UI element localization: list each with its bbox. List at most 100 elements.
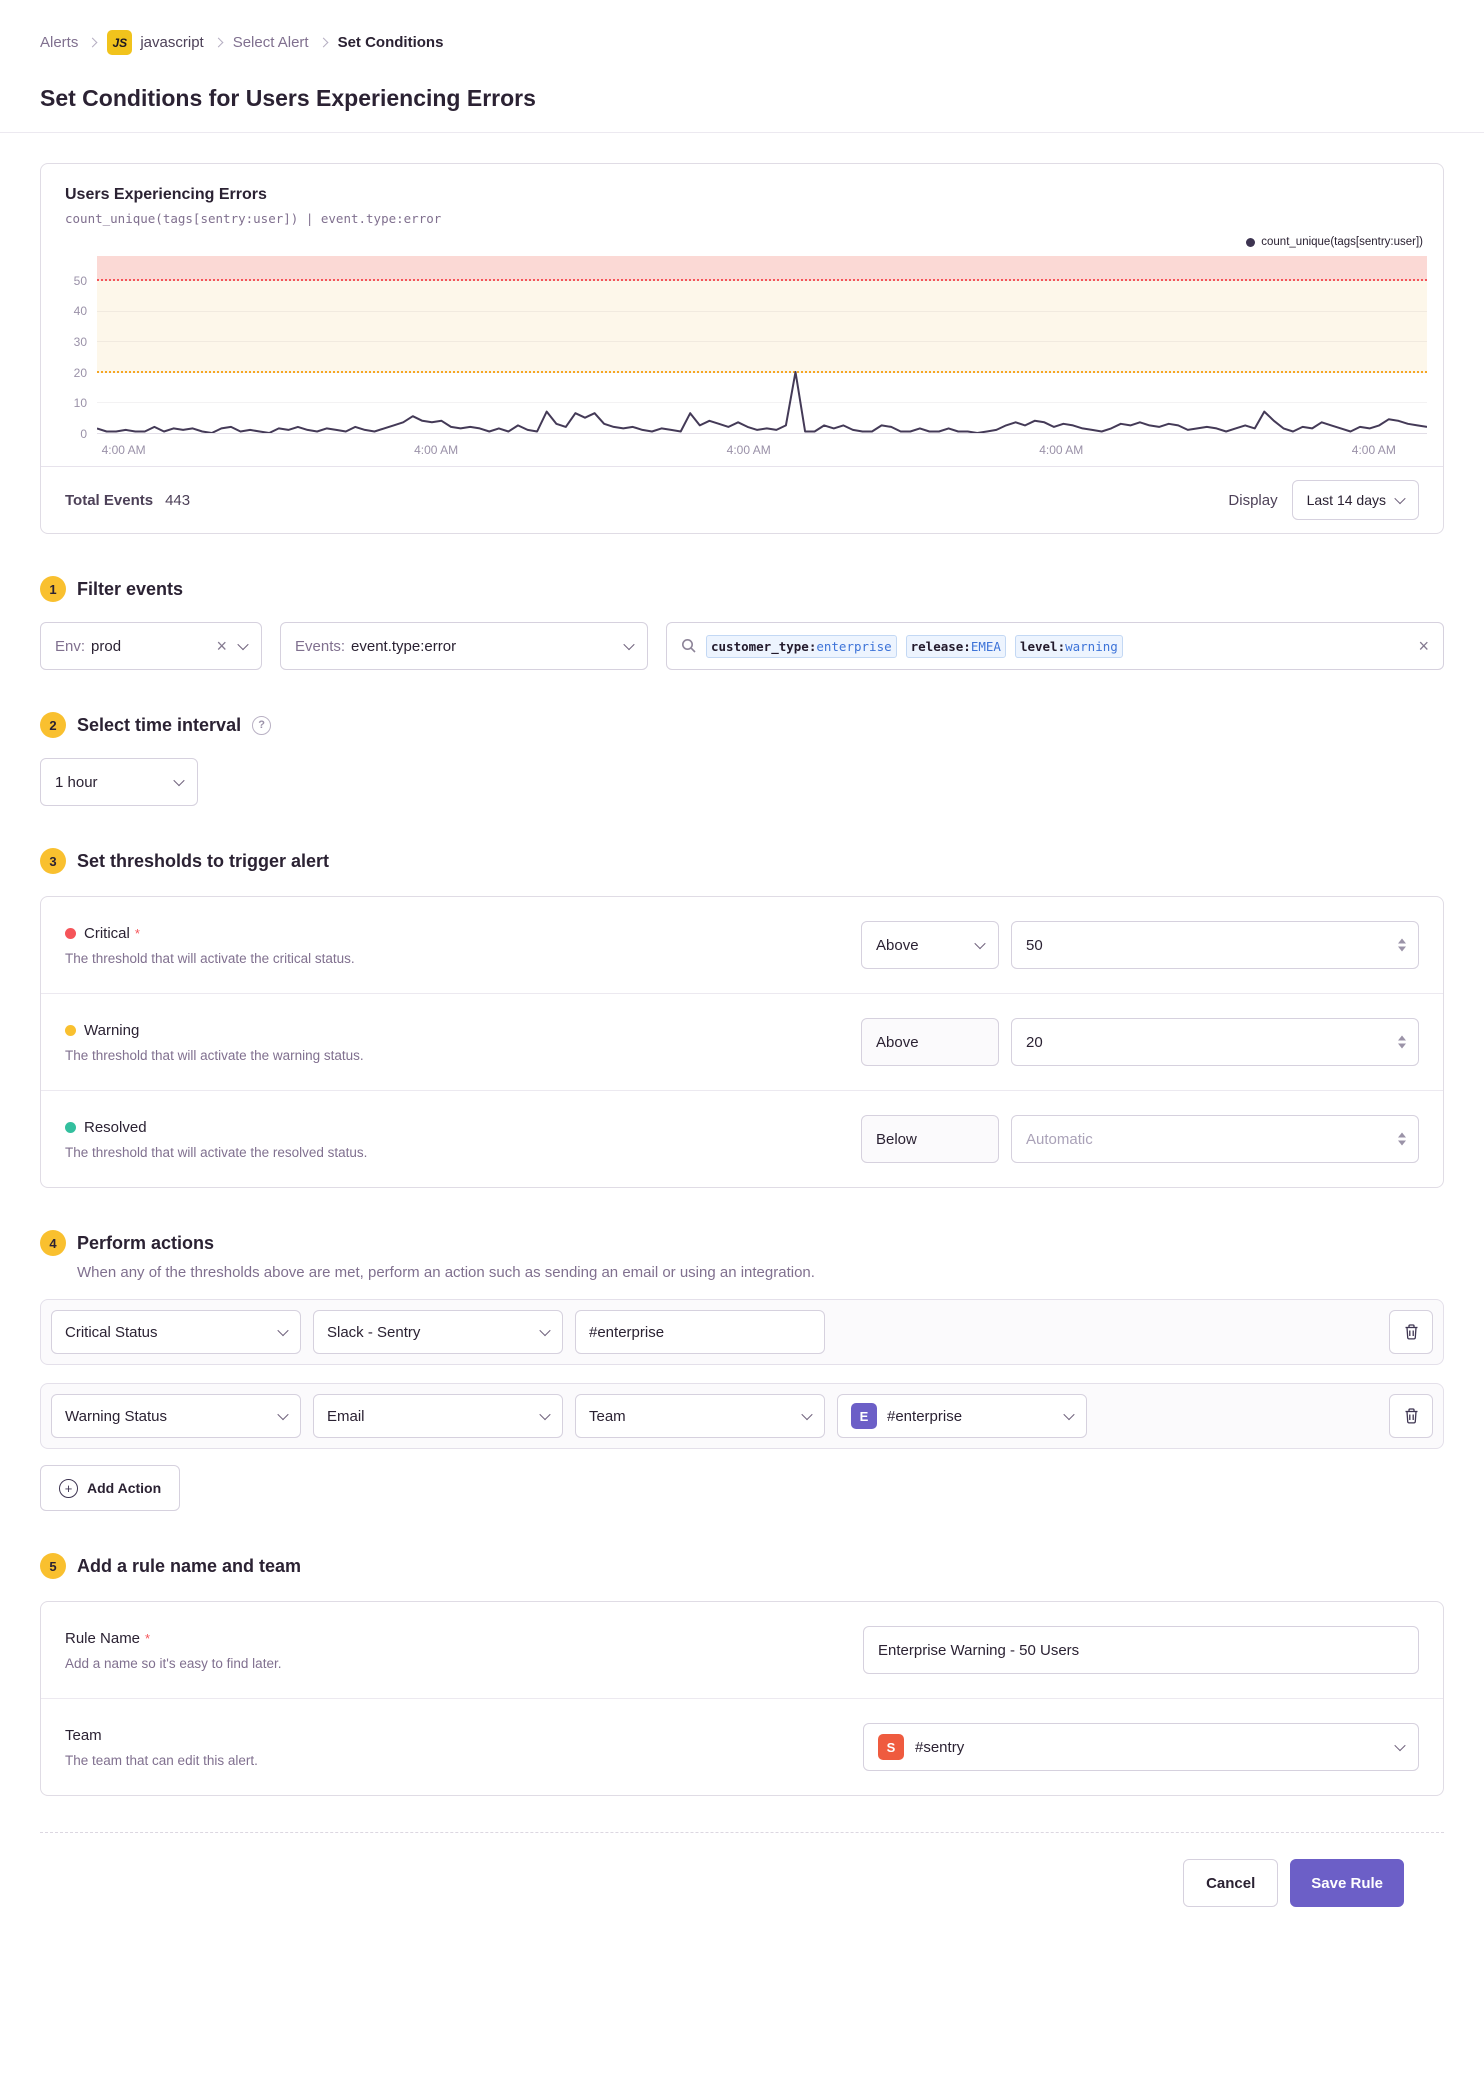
thresholds-panel: Critical * The threshold that will activ…: [40, 896, 1444, 1188]
clear-search-icon[interactable]: ×: [1418, 637, 1429, 655]
action-integration-select[interactable]: Slack - Sentry: [313, 1310, 563, 1354]
chart-x-axis: 4:00 AM 4:00 AM 4:00 AM 4:00 AM 4:00 AM: [97, 434, 1427, 464]
trash-icon: [1405, 1408, 1417, 1424]
environment-select-label: Env:: [55, 637, 86, 655]
y-tick-label: 0: [80, 427, 87, 441]
chevron-down-icon: [539, 1408, 551, 1421]
critical-comparison-select[interactable]: Above: [861, 921, 999, 969]
stepper-icon[interactable]: [1398, 1035, 1406, 1049]
breadcrumb-project-label: javascript: [140, 34, 204, 51]
environment-select[interactable]: Env: prod ×: [40, 622, 262, 670]
chevron-down-icon: [277, 1324, 289, 1337]
search-token[interactable]: customer_type: enterprise: [706, 634, 897, 658]
x-tick-label: 4:00 AM: [101, 443, 146, 457]
token-key: customer_type:: [711, 638, 817, 654]
chevron-right-icon: [318, 37, 329, 48]
rule-name-label: Rule Name: [65, 1629, 141, 1647]
y-tick-label: 10: [73, 396, 87, 411]
stepper-icon[interactable]: [1398, 1132, 1406, 1146]
required-mark: *: [145, 1630, 151, 1646]
required-mark: *: [134, 925, 140, 941]
search-token[interactable]: release: EMEA: [905, 634, 1006, 658]
trash-icon: [1405, 1324, 1417, 1340]
environment-select-value: prod: [91, 637, 122, 655]
step-number-badge: 3: [40, 848, 66, 874]
chevron-down-icon: [1394, 1739, 1406, 1752]
action-target-type-select[interactable]: Team: [575, 1394, 825, 1438]
action-integration-select[interactable]: Email: [313, 1394, 563, 1438]
section-heading: Add a rule name and team: [77, 1555, 302, 1576]
cancel-button[interactable]: Cancel: [1183, 1859, 1279, 1907]
comparison-value: Above: [876, 936, 919, 954]
save-rule-button[interactable]: Save Rule: [1290, 1859, 1404, 1907]
breadcrumb-alerts[interactable]: Alerts: [40, 34, 78, 51]
action-trigger-value: Critical Status: [65, 1323, 158, 1341]
y-tick-label: 50: [73, 273, 87, 288]
total-events-value: 443: [165, 491, 191, 509]
chart-footer: Total Events 443 Display Last 14 days: [41, 466, 1443, 533]
y-tick-label: 20: [73, 365, 87, 380]
rule-team-select[interactable]: S #sentry: [863, 1723, 1419, 1771]
time-interval-select[interactable]: 1 hour: [40, 758, 198, 806]
display-range-dropdown[interactable]: Last 14 days: [1291, 480, 1419, 520]
step-number-badge: 4: [40, 1230, 66, 1256]
resolved-threshold-input[interactable]: [1011, 1115, 1419, 1163]
events-select[interactable]: Events: event.type:error: [280, 622, 648, 670]
critical-status-dot-icon: [65, 927, 76, 939]
warning-status-dot-icon: [65, 1024, 76, 1036]
chart-y-axis: 0 10 20 30 40 50: [41, 256, 97, 441]
breadcrumb-select-alert[interactable]: Select Alert: [233, 34, 309, 51]
resolved-comparison-select[interactable]: Below: [861, 1115, 999, 1163]
legend-dot-icon: [1246, 237, 1256, 247]
x-tick-label: 4:00 AM: [1039, 443, 1084, 457]
events-select-value: event.type:error: [351, 637, 457, 655]
token-key: level:: [1019, 638, 1066, 654]
action-trigger-select[interactable]: Critical Status: [51, 1310, 301, 1354]
page-title: Set Conditions for Users Experiencing Er…: [40, 85, 536, 111]
warning-threshold-input[interactable]: [1011, 1018, 1419, 1066]
section-rule-name: 5 Add a rule name and team: [40, 1553, 1444, 1579]
breadcrumb-project[interactable]: JS javascript: [107, 30, 204, 55]
warning-comparison-select[interactable]: Above: [861, 1018, 999, 1066]
action-team-select[interactable]: E #enterprise: [837, 1394, 1087, 1438]
action-target-type-value: Team: [589, 1407, 626, 1425]
action-team-value: #enterprise: [887, 1407, 963, 1425]
chevron-down-icon: [237, 638, 249, 651]
rule-panel: Rule Name * Add a name so it's easy to f…: [40, 1601, 1444, 1796]
action-integration-value: Email: [327, 1407, 365, 1425]
stepper-icon[interactable]: [1398, 938, 1406, 952]
action-trigger-select[interactable]: Warning Status: [51, 1394, 301, 1438]
delete-action-button[interactable]: [1389, 1394, 1433, 1438]
search-token[interactable]: level: warning: [1014, 634, 1123, 658]
chevron-down-icon: [1394, 492, 1406, 505]
events-select-label: Events:: [295, 637, 346, 655]
plus-icon: +: [59, 1478, 78, 1498]
y-tick-label: 30: [73, 334, 87, 349]
threshold-row-resolved: Resolved The threshold that will activat…: [41, 1090, 1443, 1187]
help-icon[interactable]: ?: [252, 715, 272, 735]
chevron-down-icon: [277, 1408, 289, 1421]
action-row-warning: Warning Status Email Team E #enterprise: [40, 1383, 1444, 1449]
team-avatar: E: [851, 1403, 877, 1429]
action-trigger-value: Warning Status: [65, 1407, 167, 1425]
chevron-right-icon: [213, 37, 224, 48]
x-tick-label: 4:00 AM: [726, 443, 771, 457]
critical-threshold-input[interactable]: [1011, 921, 1419, 969]
team-avatar: S: [878, 1734, 904, 1760]
section-heading: Select time interval: [77, 714, 242, 735]
add-action-button[interactable]: + Add Action: [40, 1465, 181, 1511]
search-input[interactable]: customer_type: enterprise release: EMEA le…: [666, 622, 1444, 670]
token-value: enterprise: [816, 638, 892, 654]
threshold-label: Critical: [84, 924, 130, 942]
action-row-critical: Critical Status Slack - Sentry: [40, 1299, 1444, 1365]
rule-name-input[interactable]: [863, 1626, 1419, 1674]
clear-icon[interactable]: ×: [216, 637, 227, 655]
delete-action-button[interactable]: [1389, 1310, 1433, 1354]
section-time-interval: 2 Select time interval ?: [40, 712, 1444, 738]
x-tick-label: 4:00 AM: [1351, 443, 1396, 457]
breadcrumb: Alerts JS javascript Select Alert Set Co…: [0, 0, 1484, 55]
threshold-description: The threshold that will activate the res…: [65, 1144, 368, 1160]
action-channel-input[interactable]: [575, 1310, 825, 1354]
chart-panel: Users Experiencing Errors count_unique(t…: [40, 163, 1444, 534]
team-description: The team that can edit this alert.: [65, 1752, 258, 1768]
